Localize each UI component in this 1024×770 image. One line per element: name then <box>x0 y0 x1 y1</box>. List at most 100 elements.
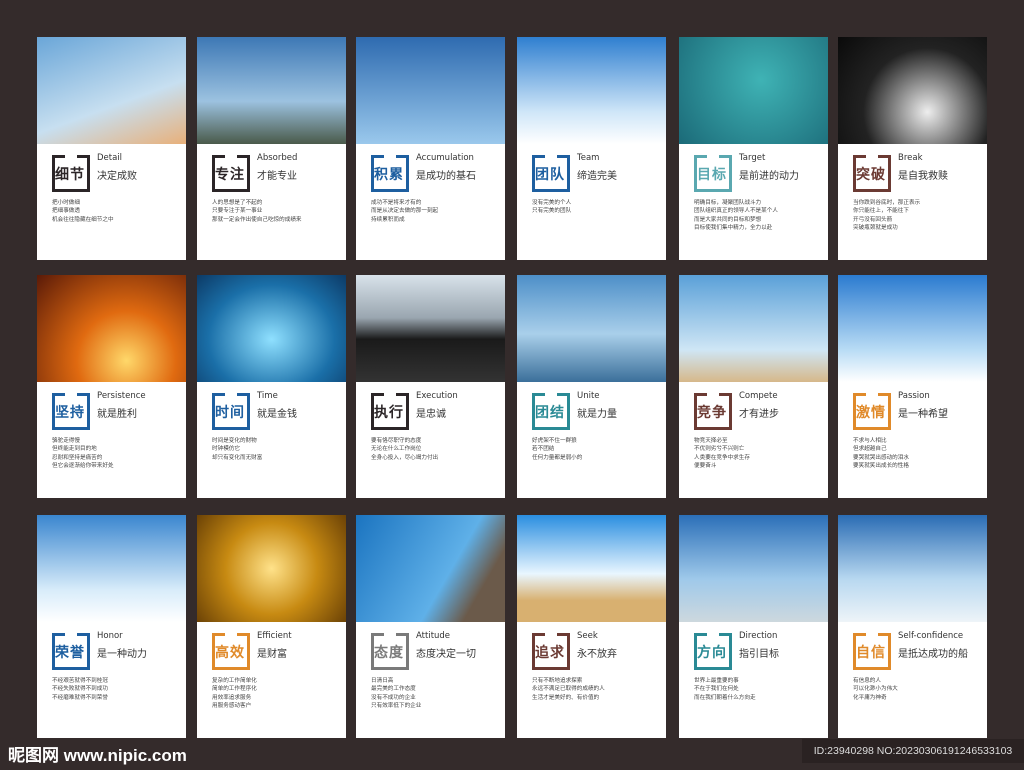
card-body: 当你跌到谷底时，那正表示 你只能往上，不能往下 开弓没有回头箭 突破瓶颈就是成功 <box>853 199 920 232</box>
card-title: 自信 <box>856 645 886 661</box>
body-line: 只有不断地追求探索 <box>532 678 583 684</box>
card-english-title: Efficient <box>257 631 292 641</box>
poster-card: 自信 Self-confidence 是抵达成功的船 有信息的人 可以化渺小为伟大… <box>838 515 987 738</box>
poster-photo <box>517 515 666 622</box>
body-line: 只有完美的团队 <box>532 208 572 215</box>
body-line: 用服务感动客户 <box>212 702 252 709</box>
poster-card: 态度 Attitude 态度决定一切 日清日高 最完美的工作态度 没有不成功的企业只… <box>356 515 505 738</box>
poster-card: 团队 Team 缔造完美 没有完美的个人 只有完美的团队 <box>517 37 666 260</box>
body-line: 持续累积而成 <box>371 216 405 223</box>
poster-card: 细节 Detail 决定成败 把小时做细 把细事做透 机会往往隐藏在细节之中 <box>37 37 186 260</box>
card-english-title: Target <box>739 153 766 163</box>
card-subtitle: 是前进的动力 <box>739 171 799 182</box>
body-line: 但终能走到目的地 <box>52 446 97 453</box>
title-frame: 突破 <box>853 155 891 192</box>
card-body: 不经艰苦就得不到桂冠 不经失败就得不到成功 不经磨难就得不到荣誉 <box>52 677 108 702</box>
body-line: 骆驼走得慢 <box>52 438 80 444</box>
poster-photo <box>356 37 505 144</box>
card-english-title: Compete <box>739 391 778 401</box>
body-line: 复杂的工作简单化 <box>212 678 257 684</box>
card-subtitle: 缔造完美 <box>577 171 617 182</box>
card-subtitle: 是一种希望 <box>898 409 948 420</box>
body-line: 没有不成功的企业 <box>371 694 416 701</box>
body-line: 最完美的工作态度 <box>371 686 416 693</box>
card-title: 高效 <box>215 645 245 661</box>
card-title: 竞争 <box>697 405 727 421</box>
card-title: 团结 <box>535 405 565 421</box>
poster-card: 竞争 Compete 才有进步 物竞天择必至不优则劣兮不兴则亡 人类要在竞争中求生… <box>679 275 828 498</box>
poster-photo <box>37 275 186 382</box>
body-line: 永远不满足已取得的成绩的人 <box>532 686 605 693</box>
body-line: 人类要在竞争中求生存 <box>694 454 750 461</box>
card-english-title: Attitude <box>416 631 451 641</box>
body-line: 若不团结 <box>532 446 555 453</box>
card-subtitle: 决定成败 <box>97 171 137 182</box>
poster-photo <box>197 275 346 382</box>
poster-photo <box>838 37 987 144</box>
poster-card: 方向 Direction 指引目标 世界上最重要的事 不在于我们在何处 而在我们朝着… <box>679 515 828 738</box>
body-line: 用效率追求服务 <box>212 694 252 701</box>
body-line: 不优则劣兮不兴则亡 <box>694 446 745 453</box>
card-subtitle: 永不放弃 <box>577 649 617 660</box>
card-english-title: Team <box>577 153 600 163</box>
poster-card: 激情 Passion 是一种希望 不求与人相比 但求超越自己 要哭就哭出感动的泪水要… <box>838 275 987 498</box>
card-subtitle: 才有进步 <box>739 409 779 420</box>
body-line: 要笑就笑出成长的性格 <box>853 462 909 469</box>
poster-photo <box>37 515 186 622</box>
body-line: 而在我们朝着什么方向走 <box>694 694 756 701</box>
title-frame: 坚持 <box>52 393 90 430</box>
poster-photo <box>679 37 828 144</box>
title-frame: 执行 <box>371 393 409 430</box>
body-line: 便要奋斗 <box>694 462 717 469</box>
card-subtitle: 是自我救赎 <box>898 171 948 182</box>
body-line: 只要专注于某一事业 <box>212 208 263 215</box>
card-body: 明确目标，凝聚团队战斗力 团队组织真正的领导人不是某个人 而是大家共同的目标和梦想目… <box>694 199 778 232</box>
card-body: 物竞天择必至不优则劣兮不兴则亡 人类要在竞争中求生存 便要奋斗 <box>694 437 750 470</box>
card-title: 追求 <box>535 645 565 661</box>
poster-card: 时间 Time 就是金钱 时间是变化的财物 时钟模仿它 却只有变化而无财富 <box>197 275 346 498</box>
card-title: 积累 <box>374 167 404 183</box>
card-english-title: Accumulation <box>416 153 474 163</box>
poster-photo <box>197 37 346 144</box>
card-title: 激情 <box>856 405 886 421</box>
body-line: 机会往往隐藏在细节之中 <box>52 216 114 223</box>
card-english-title: Direction <box>739 631 778 641</box>
body-line: 却只有变化而无财富 <box>212 454 263 461</box>
card-body: 成功不是将来才有的 而是从决定去做的那一刻起 持续累积而成 <box>371 199 438 224</box>
title-frame: 激情 <box>853 393 891 430</box>
body-line: 突破瓶颈就是成功 <box>853 224 898 231</box>
poster-photo <box>197 515 346 622</box>
title-frame: 态度 <box>371 633 409 670</box>
title-frame: 追求 <box>532 633 570 670</box>
body-line: 有信息的人 <box>853 678 881 684</box>
card-subtitle: 就是胜利 <box>97 409 137 420</box>
card-subtitle: 是忠诚 <box>416 409 446 420</box>
card-body: 把小时做细 把细事做透 机会往往隐藏在细节之中 <box>52 199 114 224</box>
title-frame: 自信 <box>853 633 891 670</box>
card-english-title: Execution <box>416 391 458 401</box>
title-frame: 团结 <box>532 393 570 430</box>
body-line: 但它会逐渐给你带来好处 <box>52 462 114 469</box>
body-line: 要哭就哭出感动的泪水 <box>853 454 909 461</box>
poster-photo <box>679 515 828 622</box>
title-frame: 荣誉 <box>52 633 90 670</box>
card-body: 不求与人相比 但求超越自己 要哭就哭出感动的泪水 要笑就笑出成长的性格 <box>853 437 909 470</box>
card-body: 骆驼走得慢 但终能走到目的地 忍耐和坚持是痛苦的 但它会逐渐给你带来好处 <box>52 437 114 470</box>
poster-card: 目标 Target 是前进的动力 明确目标，凝聚团队战斗力 团队组织真正的领导人不… <box>679 37 828 260</box>
poster-photo <box>517 275 666 382</box>
card-english-title: Break <box>898 153 923 163</box>
card-body: 有信息的人 可以化渺小为伟大 化平庸为神奇 <box>853 677 898 702</box>
card-body: 世界上最重要的事 不在于我们在何处 而在我们朝着什么方向走 <box>694 677 756 702</box>
body-line: 全身心投入，尽心竭力付出 <box>371 454 439 461</box>
card-title: 方向 <box>697 645 727 661</box>
poster-photo <box>356 515 505 622</box>
poster-card: 团结 Unite 就是力量 好虎架不住一群狼 若不团结 任何力量都是弱小的 <box>517 275 666 498</box>
body-line: 目标使我们集中精力，全力以赴 <box>694 224 773 231</box>
body-line: 不经失败就得不到成功 <box>52 686 108 693</box>
poster-card: 追求 Seek 永不放弃 只有不断地追求探索 永远不满足已取得的成绩的人 生活才是美… <box>517 515 666 738</box>
poster-card: 专注 Absorbed 才能专业 人的思想是了不起的 只要专注于某一事业 那就一定会… <box>197 37 346 260</box>
card-body: 人的思想是了不起的 只要专注于某一事业 那就一定会作出使自己吃惊的成绩来 <box>212 199 302 224</box>
body-line: 物竞天择必至 <box>694 438 728 444</box>
card-english-title: Persistence <box>97 391 146 401</box>
body-line: 不经艰苦就得不到桂冠 <box>52 678 108 684</box>
